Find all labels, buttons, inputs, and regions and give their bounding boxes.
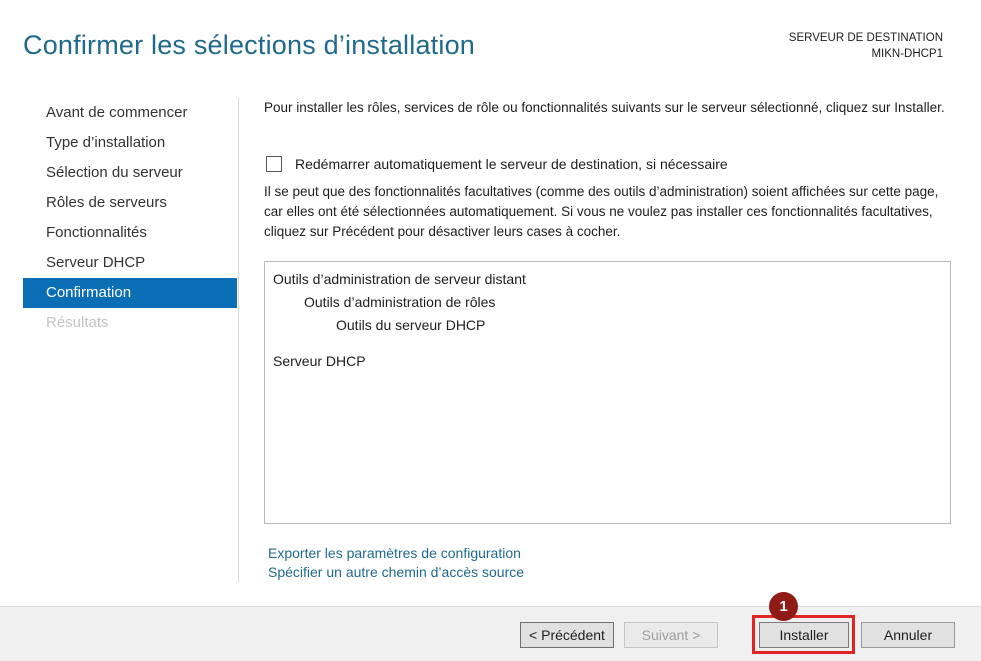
nav-item-type-installation[interactable]: Type d’installation [23, 128, 237, 158]
feature-item: Outils d’administration de rôles [304, 294, 496, 310]
nav-item-fonctionnalites[interactable]: Fonctionnalités [23, 218, 237, 248]
nav-item-roles-serveurs[interactable]: Rôles de serveurs [23, 188, 237, 218]
feature-item: Serveur DHCP [273, 353, 366, 369]
nav-item-serveur-dhcp[interactable]: Serveur DHCP [23, 248, 237, 278]
wizard-steps-nav: Avant de commencer Type d’installation S… [23, 98, 237, 338]
nav-item-selection-serveur[interactable]: Sélection du serveur [23, 158, 237, 188]
nav-item-avant-de-commencer[interactable]: Avant de commencer [23, 98, 237, 128]
feature-item: Outils d’administration de serveur dista… [273, 271, 526, 287]
previous-button[interactable]: < Précédent [520, 622, 614, 648]
install-button-highlight [752, 615, 855, 654]
cancel-button[interactable]: Annuler [861, 622, 955, 648]
destination-label: SERVEUR DE DESTINATION [788, 32, 943, 44]
confirmation-content: Pour installer les rôles, services de rô… [264, 98, 954, 239]
nav-item-resultats: Résultats [46, 314, 109, 331]
destination-server-name: MIKN-DHCP1 [871, 48, 943, 60]
restart-checkbox-label[interactable]: Redémarrer automatiquement le serveur de… [295, 154, 728, 174]
step-number-badge: 1 [769, 592, 798, 621]
links-section: Exporter les paramètres de configuration… [268, 544, 524, 582]
alt-source-path-link[interactable]: Spécifier un autre chemin d’accès source [268, 563, 524, 582]
destination-server-info: SERVEUR DE DESTINATION MIKN-DHCP1 [789, 30, 943, 62]
page-title: Confirmer les sélections d’installation [23, 30, 475, 60]
nav-item-confirmation[interactable]: Confirmation [23, 278, 237, 308]
intro-text: Pour installer les rôles, services de rô… [264, 100, 945, 115]
nav-divider [238, 98, 239, 582]
feature-item: Outils du serveur DHCP [336, 317, 486, 333]
restart-option: Redémarrer automatiquement le serveur de… [266, 154, 728, 174]
restart-checkbox[interactable] [266, 156, 282, 172]
selected-features-list[interactable]: Outils d’administration de serveur dista… [264, 261, 951, 524]
export-config-link[interactable]: Exporter les paramètres de configuration [268, 544, 524, 563]
optional-features-note: Il se peut que des fonctionnalités facul… [264, 184, 939, 239]
next-button: Suivant > [624, 622, 718, 648]
